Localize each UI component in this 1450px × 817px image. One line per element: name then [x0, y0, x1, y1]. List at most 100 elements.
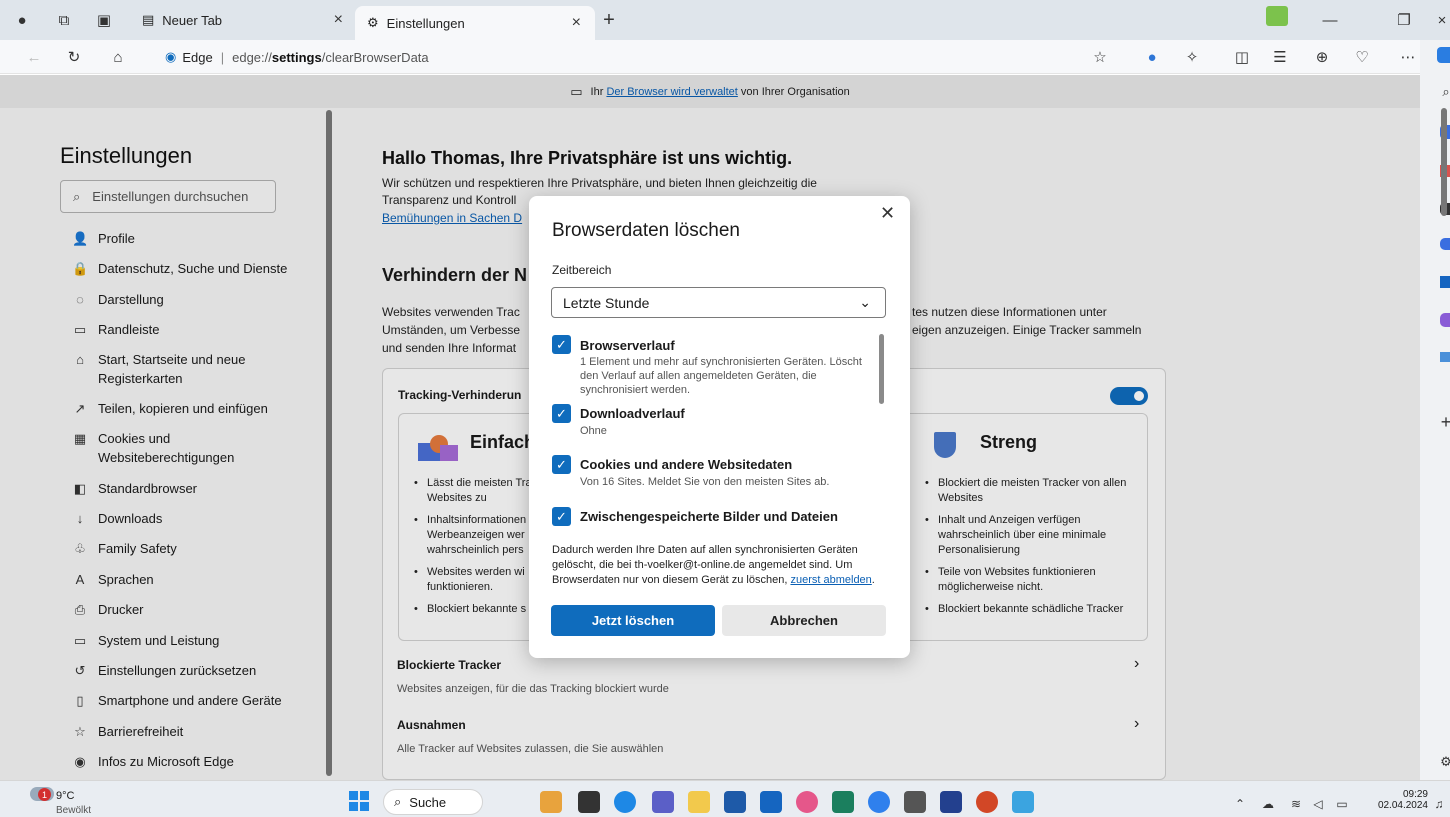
- file-explorer-icon[interactable]: [688, 791, 710, 813]
- desc-line: synchronisiert werden.: [580, 384, 691, 396]
- url-bold: settings: [271, 49, 322, 65]
- chevron-up-icon[interactable]: ⌃: [1228, 792, 1252, 816]
- back-icon[interactable]: ←: [22, 45, 46, 69]
- refresh-icon[interactable]: ↻: [62, 45, 86, 69]
- add-icon[interactable]: +: [1434, 410, 1450, 434]
- designer-icon[interactable]: [1440, 313, 1450, 327]
- tab-close-icon[interactable]: ×: [334, 11, 343, 29]
- checkbox-label: Zwischengespeicherte Bilder und Dateien: [580, 509, 838, 524]
- checkbox-cache[interactable]: ✓: [552, 507, 571, 526]
- new-tab-plus-icon[interactable]: +: [597, 8, 621, 32]
- task-view-icon[interactable]: [578, 791, 600, 813]
- battery-icon[interactable]: ▭: [1330, 792, 1354, 816]
- search-icon: ⌕: [394, 794, 402, 809]
- page-scrollbar[interactable]: [1441, 108, 1447, 216]
- time-range-select[interactable]: Letzte Stunde ⌄: [551, 287, 886, 318]
- sync-note: Dadurch werden Ihre Daten auf allen sync…: [552, 543, 892, 588]
- checkbox-cookies[interactable]: ✓: [552, 455, 571, 474]
- time-range-label: Zeitbereich: [552, 263, 612, 277]
- itunes-icon[interactable]: [796, 791, 818, 813]
- performance-icon[interactable]: ♡: [1350, 45, 1374, 69]
- delete-now-button[interactable]: Jetzt löschen: [551, 605, 715, 636]
- address-brand: Edge: [182, 49, 213, 65]
- note-line: Browserdaten nur von diesem Gerät zu lös…: [552, 574, 788, 586]
- gear-icon: ⚙: [367, 15, 379, 30]
- weather-badge: 1: [38, 788, 51, 801]
- checkbox-desc: Von 16 Sites. Meldet Sie von den meisten…: [580, 476, 830, 488]
- checkbox-desc: 1 Element und mehr auf synchronisierten …: [580, 355, 862, 397]
- search-icon[interactable]: ⌕: [1434, 80, 1450, 104]
- window-close-icon[interactable]: ×: [1430, 8, 1450, 32]
- wifi-icon[interactable]: ≋: [1284, 792, 1308, 816]
- note-line: gelöscht, die bei th-voelker@t-online.de…: [552, 559, 853, 571]
- sign-out-link[interactable]: zuerst abmelden: [790, 574, 871, 586]
- edge-logo-icon: ◉: [165, 49, 177, 64]
- checkbox-download-history[interactable]: ✓: [552, 404, 571, 423]
- weather-desc: Bewölkt: [56, 805, 92, 816]
- close-icon[interactable]: ✕: [880, 203, 895, 224]
- url-prefix: edge://: [232, 49, 272, 65]
- time-range-value: Letzte Stunde: [563, 294, 650, 311]
- address-separator: |: [220, 49, 225, 65]
- clock-date: 02.04.2024: [1377, 800, 1428, 811]
- minimize-icon[interactable]: —: [1318, 8, 1342, 32]
- copilot-icon[interactable]: [1437, 47, 1450, 63]
- desc-line: 1 Element und mehr auf synchronisierten …: [580, 356, 862, 368]
- dialog-scrollbar[interactable]: [879, 334, 884, 404]
- tab-new-tab[interactable]: ▤ Neuer Tab ×: [138, 6, 353, 34]
- windows-start-icon[interactable]: [349, 791, 369, 811]
- edge-icon[interactable]: [614, 791, 636, 813]
- mail-icon[interactable]: [760, 791, 782, 813]
- cancel-button[interactable]: Abbrechen: [722, 605, 886, 636]
- tab-close-icon[interactable]: ×: [572, 14, 581, 32]
- widgets-icon[interactable]: [540, 791, 562, 813]
- url-rest: /clearBrowserData: [321, 49, 429, 65]
- chevron-down-icon: ⌄: [859, 294, 871, 310]
- search-label: Suche: [409, 794, 447, 810]
- favorites-icon[interactable]: ☰: [1268, 45, 1292, 69]
- tab-label: Einstellungen: [386, 15, 465, 31]
- clock-time: 09:29: [1402, 789, 1428, 800]
- collections-icon[interactable]: ⊕: [1310, 45, 1334, 69]
- split-screen-icon[interactable]: ◫: [1230, 45, 1254, 69]
- taskbar-search[interactable]: ⌕ Suche: [383, 789, 483, 815]
- cloud-tray-icon[interactable]: ☁: [1256, 792, 1280, 816]
- drop-icon[interactable]: [1440, 352, 1450, 362]
- tab-label: Neuer Tab: [162, 12, 223, 28]
- checkbox-label: Browserverlauf: [580, 338, 675, 353]
- checkbox-history[interactable]: ✓: [552, 335, 571, 354]
- onedrive-icon[interactable]: [868, 791, 890, 813]
- clock[interactable]: 09:29 02.04.2024: [1376, 789, 1428, 811]
- network-app-icon[interactable]: [904, 791, 926, 813]
- volume-icon[interactable]: ◁: [1306, 792, 1330, 816]
- app-icon[interactable]: [940, 791, 962, 813]
- games-icon[interactable]: [1440, 238, 1450, 250]
- restore-icon[interactable]: ❐: [1392, 8, 1416, 32]
- teams-icon[interactable]: [652, 791, 674, 813]
- tab-page-icon: ▤: [142, 12, 155, 27]
- store-icon[interactable]: [724, 791, 746, 813]
- checkbox-label: Downloadverlauf: [580, 406, 685, 421]
- note-line: Dadurch werden Ihre Daten auf allen sync…: [552, 544, 858, 556]
- powerpoint-icon[interactable]: [976, 791, 998, 813]
- app-new-icon[interactable]: [1012, 791, 1034, 813]
- workspaces-icon[interactable]: ⧉: [52, 8, 76, 32]
- checkbox-desc: Ohne: [580, 425, 607, 437]
- desc-line: den Verlauf auf allen angemeldeten Gerät…: [580, 370, 817, 382]
- notification-icon[interactable]: ♫: [1430, 792, 1448, 816]
- tab-settings[interactable]: ⚙ Einstellungen ×: [355, 6, 595, 40]
- calculator-icon[interactable]: [832, 791, 854, 813]
- profile-icon[interactable]: ●: [10, 8, 34, 32]
- app-icon[interactable]: [1266, 6, 1288, 26]
- home-icon[interactable]: ⌂: [106, 45, 130, 69]
- weather-temp[interactable]: 9°C: [56, 790, 74, 802]
- extension-icon[interactable]: ●: [1140, 45, 1164, 69]
- checkbox-label: Cookies und andere Websitedaten: [580, 457, 793, 472]
- favorite-star-icon[interactable]: ☆: [1088, 45, 1112, 69]
- puzzle-icon[interactable]: ✧: [1180, 45, 1204, 69]
- gear-icon[interactable]: ⚙: [1434, 750, 1450, 774]
- outlook-icon[interactable]: [1440, 276, 1450, 288]
- more-icon[interactable]: ⋯: [1396, 45, 1420, 69]
- tab-actions-icon[interactable]: ▣: [92, 8, 116, 32]
- dialog-title: Browserdaten löschen: [552, 220, 740, 241]
